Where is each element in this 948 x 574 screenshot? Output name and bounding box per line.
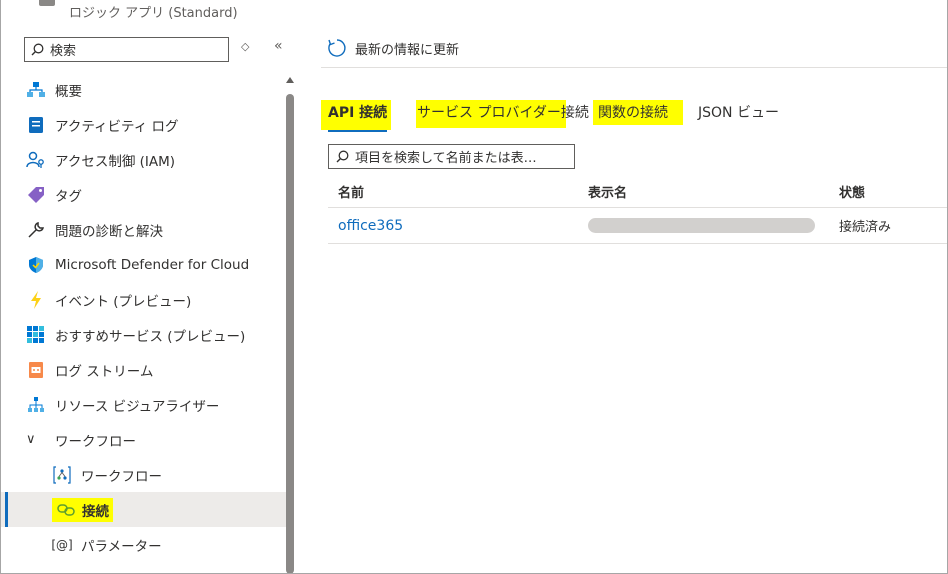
sidebar-item-overview[interactable]: 概要 [1,72,286,107]
main-content: 最新の情報に更新 API 接続 サービス プロバイダー接続 関数の接続 JSON… [321,30,947,573]
tag-icon [26,185,46,205]
sidebar-item-label: おすすめサービス (プレビュー) [55,328,246,345]
sidebar-item-diagnose[interactable]: 問題の診断と解決 [1,212,286,247]
window-frame: ロジック アプリ (Standard) 検索 ◇ « 概要 アクティビティ ログ [0,0,948,574]
sidebar-item-label: アクティビティ ログ [55,118,179,135]
sidebar-item-label: パラメーター [81,538,162,555]
sidebar-item-workflows[interactable]: ワークフロー [1,457,286,492]
tab-api-connections[interactable]: API 接続 [328,102,388,132]
refresh-button[interactable]: 最新の情報に更新 [327,38,459,58]
nav-list: 概要 アクティビティ ログ アクセス制御 (IAM) タグ 問題の診断と解決 M… [1,72,286,562]
workflow-icon [52,465,72,485]
overview-icon [26,80,46,100]
sidebar-item-activity-log[interactable]: アクティビティ ログ [1,107,286,142]
column-header-name[interactable]: 名前 [338,175,364,207]
connections-highlight: 接続 [52,497,113,522]
tab-label: サービス プロバイダー接続 [417,105,589,121]
shield-icon [26,255,46,275]
grid-icon [26,325,46,345]
connection-name-link[interactable]: office365 [338,208,403,243]
sidebar-item-label: ログ ストリーム [55,363,154,380]
sidebar-item-resource-visualizer[interactable]: リソース ビジュアライザー [1,387,286,422]
scroll-up-arrow-icon[interactable] [286,77,294,83]
scroll-thumb[interactable] [286,94,294,573]
log-stream-icon [26,360,46,380]
connections-table: 名前 表示名 状態 office365 接続済み [328,175,947,244]
lightning-icon [26,290,46,310]
filter-placeholder: 項目を検索して名前または表… [355,151,537,166]
sidebar-item-label: アクセス制御 (IAM) [55,153,176,170]
iam-icon [26,150,46,170]
table-header: 名前 表示名 状態 [328,175,947,208]
wrench-icon [26,220,46,240]
collapse-menu-button[interactable]: « [274,38,283,54]
parameters-icon: [@] [51,537,73,552]
sidebar-item-connections[interactable]: 接続 [1,492,286,527]
sidebar-item-label: イベント (プレビュー) [55,293,192,310]
sidebar-group-label: ワークフロー [55,433,136,450]
sidebar-group-workflow[interactable]: ∨ ワークフロー [1,422,286,457]
sidebar-item-label: ワークフロー [81,468,162,485]
sidebar-item-parameters[interactable]: [@] パラメーター [1,527,286,562]
search-icon [336,150,349,163]
connection-icon [56,500,76,520]
visualizer-icon [26,395,46,415]
resource-menu: 検索 ◇ « 概要 アクティビティ ログ アクセス制御 (IAM) タグ 問題の… [1,30,301,573]
command-bar: 最新の情報に更新 [321,30,947,68]
sidebar-item-iam[interactable]: アクセス制御 (IAM) [1,142,286,177]
refresh-icon [327,38,347,58]
sidebar-scrollbar[interactable] [286,72,294,573]
refresh-label: 最新の情報に更新 [355,42,460,58]
display-name-cell [588,208,815,243]
filter-input[interactable]: 項目を検索して名前または表… [328,144,575,169]
column-header-status[interactable]: 状態 [839,175,865,207]
sidebar-item-log-stream[interactable]: ログ ストリーム [1,352,286,387]
sidebar-item-events[interactable]: イベント (プレビュー) [1,282,286,317]
tab-json-view[interactable]: JSON ビュー [698,102,779,122]
tab-active-indicator [328,130,388,132]
status-cell: 接続済み [839,220,892,235]
logic-app-icon [39,0,55,6]
table-row[interactable]: office365 接続済み [328,208,947,244]
chevron-down-icon: ∨ [26,432,36,447]
menu-search-input[interactable]: 検索 [24,37,229,62]
redacted-display-name [588,218,815,233]
search-icon [31,43,44,56]
resource-type-label: ロジック アプリ (Standard) [69,6,238,21]
tab-function-connections[interactable]: 関数の接続 [598,102,668,122]
tab-label: JSON ビュー [698,105,779,121]
sidebar-item-tags[interactable]: タグ [1,177,286,212]
sidebar-item-label: 問題の診断と解決 [55,223,163,240]
sidebar-item-label: タグ [55,188,82,205]
tab-service-provider-connections[interactable]: サービス プロバイダー接続 [417,102,589,122]
tab-label: API 接続 [328,105,388,121]
search-placeholder: 検索 [50,44,77,59]
tab-label: 関数の接続 [598,105,668,121]
sidebar-item-label: 接続 [82,503,109,520]
expand-collapse-all-button[interactable]: ◇ [241,40,249,53]
activity-log-icon [26,115,46,135]
sidebar-item-defender[interactable]: Microsoft Defender for Cloud [1,247,286,282]
sidebar-item-label: リソース ビジュアライザー [55,398,220,415]
sidebar-item-label: 概要 [55,83,82,100]
column-header-display-name[interactable]: 表示名 [588,175,627,207]
sidebar-item-recommended-services[interactable]: おすすめサービス (プレビュー) [1,317,286,352]
sidebar-item-label: Microsoft Defender for Cloud [55,256,250,273]
